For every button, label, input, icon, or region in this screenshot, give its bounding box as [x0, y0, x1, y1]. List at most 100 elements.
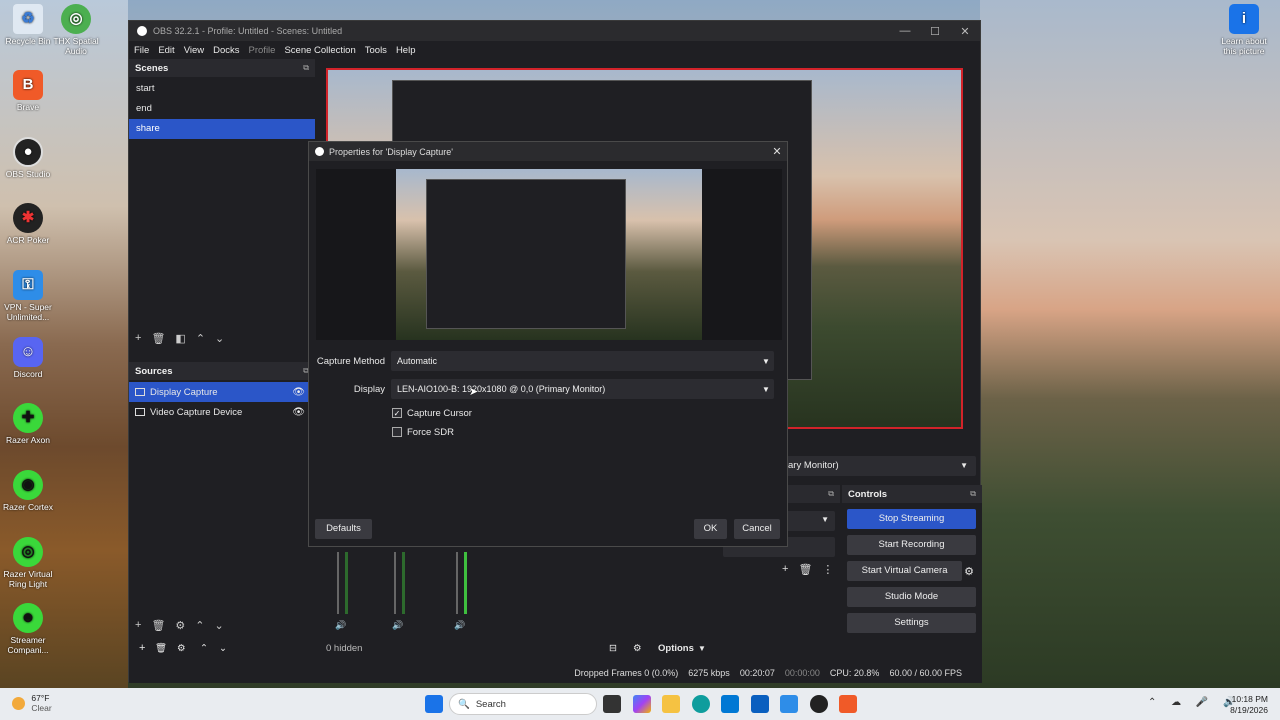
layout-icon[interactable]: ⊟ — [609, 643, 617, 654]
vpn-key-icon[interactable] — [780, 695, 798, 713]
menu-help[interactable]: Help — [396, 45, 416, 56]
taskbar-search[interactable]: 🔍 Search — [449, 693, 597, 715]
acr-poker-icon: ✱ — [13, 203, 43, 233]
move-down-icon[interactable]: ⌄ — [215, 619, 224, 632]
trash-icon[interactable]: 🗑 — [151, 619, 165, 632]
desktop-icon-label: Streamer Compani... — [7, 635, 49, 655]
visibility-eye-icon[interactable]: 👁 — [292, 387, 305, 398]
desktop-icon-vpn[interactable]: ⚿ VPN - Super Unlimited... — [0, 270, 56, 322]
menu-scene-collection[interactable]: Scene Collection — [284, 45, 355, 56]
virtual-camera-settings-icon[interactable]: ⚙ — [964, 565, 974, 578]
speaker-icon[interactable]: 🔊 — [335, 620, 346, 631]
volume-fader[interactable] — [337, 552, 339, 614]
force-sdr-checkbox[interactable]: Force SDR — [392, 425, 454, 439]
taskbar-clock[interactable]: 10:18 PM 8/19/2026 — [1230, 694, 1268, 716]
store-icon[interactable] — [721, 695, 739, 713]
copilot-icon[interactable] — [633, 695, 651, 713]
move-down-icon[interactable]: ⌄ — [215, 332, 224, 345]
desktop-icon-brave[interactable]: B Brave — [0, 70, 56, 112]
speaker-icon[interactable]: 🔊 — [392, 620, 403, 631]
checkbox-checked-icon[interactable]: ✓ — [392, 408, 402, 418]
menu-file[interactable]: File — [134, 45, 149, 56]
undock-icon[interactable]: ⧉ — [970, 489, 976, 499]
desktop-icon-razer-axon[interactable]: ✚ Razer Axon — [0, 403, 56, 445]
desktop-icon-thx[interactable]: ◎ THX Spatial Audio — [48, 4, 104, 56]
desktop-icon-streamer-companion[interactable]: ☻ Streamer Compani... — [0, 603, 56, 655]
obs-titlebar[interactable]: OBS 32.2.1 - Profile: Untitled - Scenes:… — [129, 21, 980, 41]
trash-icon[interactable]: 🗑 — [155, 643, 167, 654]
menu-view[interactable]: View — [184, 45, 204, 56]
outlook-icon[interactable] — [751, 695, 769, 713]
menu-tools[interactable]: Tools — [365, 45, 387, 56]
close-icon[interactable]: ✕ — [767, 145, 787, 158]
display-select[interactable]: LEN-AIO100-B: 1920x1080 @ 0,0 (Primary M… — [391, 379, 774, 399]
cancel-button[interactable]: Cancel — [734, 519, 780, 539]
move-up-icon[interactable]: ⌃ — [196, 332, 205, 345]
studio-mode-button[interactable]: Studio Mode — [847, 587, 976, 607]
desktop-icon-acr-poker[interactable]: ✱ ACR Poker — [0, 203, 56, 245]
razer-cortex-icon: ◉ — [13, 470, 43, 500]
move-up-icon[interactable]: ⌃ — [200, 643, 208, 654]
trash-icon[interactable]: 🗑 — [151, 332, 165, 345]
display-value: LEN-AIO100-B: 1920x1080 @ 0,0 (Primary M… — [397, 384, 606, 394]
level-meter — [402, 552, 405, 614]
defaults-button[interactable]: Defaults — [315, 519, 372, 539]
maximize-icon[interactable]: ☐ — [920, 25, 950, 38]
edge-icon[interactable] — [692, 695, 710, 713]
speaker-icon[interactable]: 🔊 — [454, 620, 465, 631]
desktop-icon-obs[interactable]: ● OBS Studio — [0, 137, 56, 179]
filter-icon[interactable]: ◧ — [175, 332, 185, 345]
brave-icon[interactable] — [839, 695, 857, 713]
desktop-icon-learn-picture[interactable]: i Learn about this picture — [1214, 4, 1274, 56]
settings-button[interactable]: Settings — [847, 613, 976, 633]
scene-item-share[interactable]: share — [129, 119, 315, 139]
desktop-icon-razer-ring-light[interactable]: ◎ Razer Virtual Ring Light — [0, 537, 56, 589]
menu-docks[interactable]: Docks — [213, 45, 239, 56]
source-item-display-capture[interactable]: Display Capture 👁 — [129, 382, 315, 402]
system-tray[interactable]: ⌃ ☁ 🎤 🔊 — [1148, 697, 1242, 708]
move-up-icon[interactable]: ⌃ — [195, 619, 204, 632]
file-explorer-icon[interactable] — [662, 695, 680, 713]
desktop-wallpaper-right — [980, 0, 1280, 688]
minimize-icon[interactable]: — — [890, 25, 920, 37]
start-windows-icon[interactable] — [425, 695, 443, 713]
gear-icon[interactable]: ⚙ — [177, 643, 186, 654]
gear-icon[interactable]: ⚙ — [175, 619, 185, 632]
options-button[interactable]: Options — [658, 643, 694, 654]
source-item-video-capture[interactable]: Video Capture Device 👁 — [129, 402, 315, 422]
obs-icon[interactable] — [810, 695, 828, 713]
more-icon[interactable]: ⋮ — [822, 563, 833, 576]
dropped-frames: Dropped Frames 0 (0.0%) — [574, 668, 679, 678]
visibility-eye-icon[interactable]: 👁 — [292, 407, 305, 418]
capture-method-select[interactable]: Automatic ▼ — [391, 351, 774, 371]
volume-fader[interactable] — [394, 552, 396, 614]
menu-profile[interactable]: Profile — [249, 45, 276, 56]
menu-edit[interactable]: Edit — [158, 45, 174, 56]
start-recording-button[interactable]: Start Recording — [847, 535, 976, 555]
desktop-icon-discord[interactable]: ☺ Discord — [0, 337, 56, 379]
ok-button[interactable]: OK — [694, 519, 727, 539]
add-icon[interactable]: + — [135, 332, 141, 344]
add-icon[interactable]: + — [782, 563, 788, 576]
vpn-key-icon: ⚿ — [13, 270, 43, 300]
weather-widget[interactable]: 67°F Clear — [12, 693, 52, 713]
trash-icon[interactable]: 🗑 — [798, 563, 812, 576]
scene-item-end[interactable]: end — [129, 99, 315, 119]
stop-streaming-button[interactable]: Stop Streaming — [847, 509, 976, 529]
capture-cursor-checkbox[interactable]: ✓ Capture Cursor — [392, 406, 472, 420]
undock-icon[interactable]: ⧉ — [828, 489, 834, 499]
close-icon[interactable]: ✕ — [950, 25, 980, 38]
desktop-icon-razer-cortex[interactable]: ◉ Razer Cortex — [0, 470, 56, 512]
volume-fader[interactable] — [456, 552, 458, 614]
search-placeholder: Search — [475, 698, 506, 710]
mixer-settings-icon[interactable]: ⚙ — [633, 643, 642, 654]
undock-icon[interactable]: ⧉ — [303, 63, 309, 73]
checkbox-unchecked-icon[interactable] — [392, 427, 402, 437]
task-view-icon[interactable] — [603, 695, 621, 713]
move-down-icon[interactable]: ⌄ — [219, 643, 227, 654]
start-virtual-camera-button[interactable]: Start Virtual Camera — [847, 561, 963, 581]
add-icon[interactable]: + — [139, 642, 145, 654]
scene-item-start[interactable]: start — [129, 79, 315, 99]
add-icon[interactable]: + — [135, 619, 141, 631]
dialog-titlebar[interactable]: Properties for 'Display Capture' ✕ — [309, 142, 787, 161]
